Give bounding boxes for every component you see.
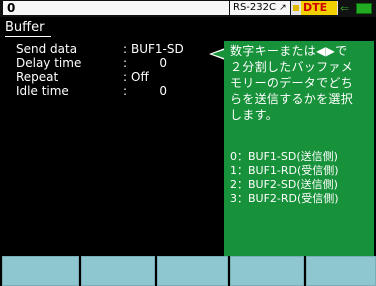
function-key-2[interactable] <box>81 256 155 286</box>
interface-label: RS-232C <box>233 2 276 13</box>
help-line: モリーのデータでどち <box>230 76 354 90</box>
function-key-bar <box>0 256 376 286</box>
status-bar: 0 RS-232C ↗ DTE ⇐ <box>0 0 376 17</box>
separator: : <box>123 84 128 98</box>
function-key-3[interactable] <box>157 256 228 286</box>
param-label: Send data <box>16 42 78 56</box>
param-repeat[interactable]: Repeat : Off <box>16 70 216 84</box>
connector-icon: ↗ <box>279 3 287 13</box>
function-key-4[interactable] <box>230 256 304 286</box>
help-line: らを送信するかを選択 <box>230 92 354 106</box>
help-option: 1：BUF1-RD(受信側) <box>230 164 339 177</box>
param-value: 0 <box>159 56 167 70</box>
separator: : <box>123 70 128 84</box>
help-line: します。 <box>230 108 279 122</box>
help-description: 数字キーまたは◀▶で ２分割したバッファメ モリーのデータでどち らを送信するか… <box>230 43 374 123</box>
help-option: 0：BUF1-SD(送信側) <box>230 150 338 163</box>
separator: : <box>123 42 128 56</box>
help-panel: 数字キーまたは◀▶で ２分割したバッファメ モリーのデータでどち らを送信するか… <box>224 41 374 256</box>
param-label: Delay time <box>16 56 82 70</box>
indicator-dot-icon <box>293 5 299 11</box>
help-options: 0：BUF1-SD(送信側) 1：BUF1-RD(受信側) 2：BUF2-SD(… <box>230 150 374 206</box>
help-option: 2：BUF2-SD(送信側) <box>230 178 338 191</box>
param-delay-time[interactable]: Delay time : 0 <box>16 56 216 70</box>
title-underline <box>5 36 51 37</box>
arrow-icon: ⇐ <box>340 2 350 15</box>
battery-icon <box>356 3 372 14</box>
separator: : <box>123 56 128 70</box>
param-label: Repeat <box>16 70 59 84</box>
help-pointer-inner <box>212 50 224 58</box>
dte-badge: DTE <box>291 1 338 15</box>
channel-indicator: 0 <box>3 1 229 15</box>
param-send-data[interactable]: Send data : BUF1-SD <box>16 42 216 56</box>
dte-label: DTE <box>303 1 328 14</box>
param-value: Off <box>131 70 149 84</box>
param-value: 0 <box>159 84 167 98</box>
interface-badge: RS-232C ↗ <box>230 1 290 15</box>
help-line: 数字キーまたは◀▶で <box>230 44 348 58</box>
function-key-1[interactable] <box>2 256 79 286</box>
function-key-5[interactable] <box>306 256 376 286</box>
help-option: 3：BUF2-RD(受信側) <box>230 192 339 205</box>
param-value: BUF1-SD <box>131 42 184 56</box>
param-label: Idle time <box>16 84 69 98</box>
page-title: Buffer <box>5 20 45 35</box>
param-idle-time[interactable]: Idle time : 0 <box>16 84 216 98</box>
help-line: ２分割したバッファメ <box>230 60 354 74</box>
